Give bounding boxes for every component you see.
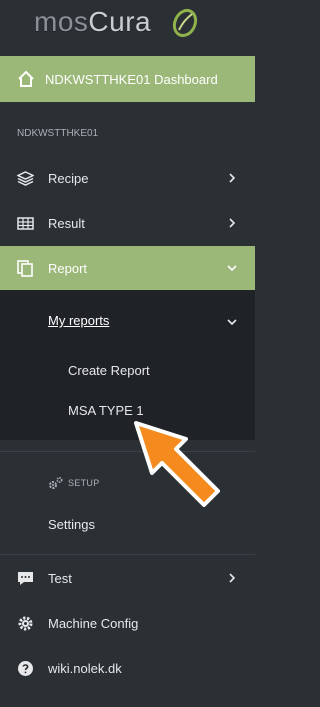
logo-text-part1: mos xyxy=(34,6,89,37)
dashboard-label: NDKWSTTHKE01 Dashboard xyxy=(45,71,218,87)
chevron-down-icon xyxy=(227,319,237,326)
table-icon xyxy=(17,217,34,230)
settings-link[interactable]: Settings xyxy=(48,517,95,532)
sidebar-item-label: Recipe xyxy=(48,171,89,186)
logo-bar: mosCura xyxy=(0,0,255,47)
sidebar-item-result[interactable]: Result xyxy=(0,201,255,246)
sidebar-item-label: Result xyxy=(48,216,85,231)
gears-icon xyxy=(49,476,63,489)
sidebar-item-machine-config[interactable]: Machine Config xyxy=(0,601,255,646)
chevron-right-icon xyxy=(229,573,236,583)
sidebar-item-label: Test xyxy=(48,571,72,586)
home-icon xyxy=(18,70,34,87)
cog-icon xyxy=(18,616,33,631)
logo-text-part2: Cura xyxy=(88,6,152,37)
sidebar-item-report[interactable]: Report xyxy=(0,246,255,291)
annotation-arrow xyxy=(134,421,220,507)
comment-icon xyxy=(18,572,33,585)
question-icon xyxy=(18,661,33,676)
sidebar-item-label: Report xyxy=(48,261,88,276)
chevron-right-icon xyxy=(229,218,236,228)
copy-icon xyxy=(17,260,33,277)
chevron-right-icon xyxy=(229,173,236,183)
sidebar-item-label: wiki.nolek.dk xyxy=(48,661,122,676)
layers-icon xyxy=(17,171,34,186)
setup-heading: SETUP xyxy=(48,476,100,490)
sidebar-item-test[interactable]: Test xyxy=(0,556,255,601)
submenu-my-reports[interactable]: My reports xyxy=(48,313,109,328)
section-heading: NDKWSTTHKE01 xyxy=(17,128,99,139)
setup-label: SETUP xyxy=(68,478,100,488)
submenu-create-report[interactable]: Create Report xyxy=(68,363,150,378)
sidebar-item-recipe[interactable]: Recipe xyxy=(0,156,255,201)
sidebar-item-label: Machine Config xyxy=(48,616,139,631)
divider xyxy=(0,554,255,555)
dashboard-link[interactable]: NDKWSTTHKE01 Dashboard xyxy=(0,56,255,102)
chevron-down-icon xyxy=(227,265,237,272)
sidebar-item-wiki[interactable]: wiki.nolek.dk xyxy=(0,646,255,691)
app-logo[interactable]: mosCura xyxy=(34,6,151,38)
logo-leaf-icon xyxy=(172,8,198,38)
